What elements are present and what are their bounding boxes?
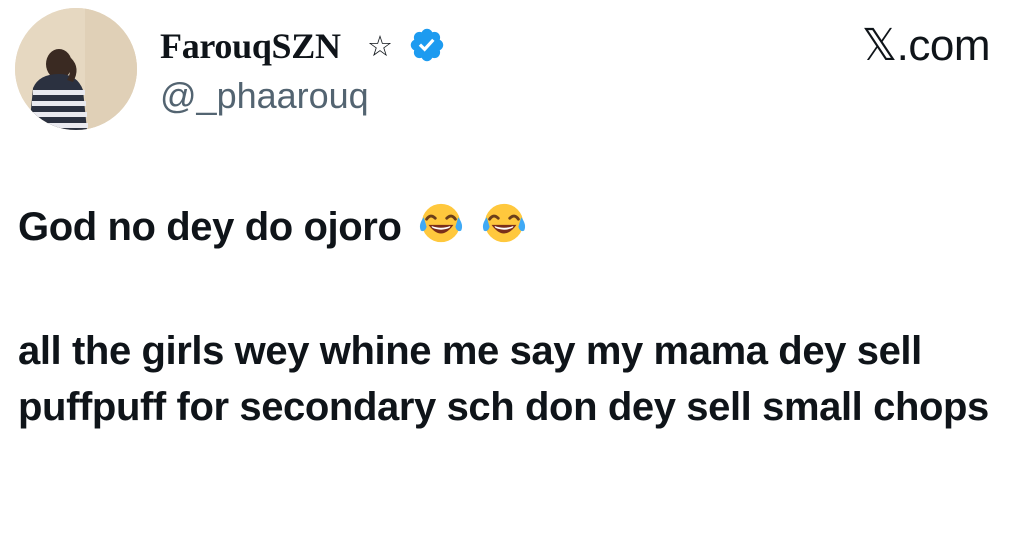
face-with-tears-of-joy-icon [482, 203, 526, 243]
author-avatar[interactable] [15, 8, 137, 130]
tweet-text-paragraph-1: God no dey do ojoro [18, 199, 1008, 255]
author-display-name[interactable]: FarouqSZN [160, 26, 341, 66]
star-symbol-icon: ☆ [367, 29, 393, 63]
face-with-tears-of-joy-icon [420, 203, 463, 243]
verified-badge-icon [410, 28, 444, 62]
tweet-card: FarouqSZN ☆ @_phaarouq 𝕏.com God no dey … [0, 0, 1024, 540]
person-photo-icon [15, 8, 137, 130]
tweet-text-paragraph-2: all the girls wey whine me say my mama d… [18, 329, 989, 429]
x-logo-label: 𝕏.com [861, 21, 991, 70]
author-handle[interactable]: @_phaarouq [160, 74, 369, 118]
tweet-text-line: God no dey do ojoro [18, 205, 402, 249]
